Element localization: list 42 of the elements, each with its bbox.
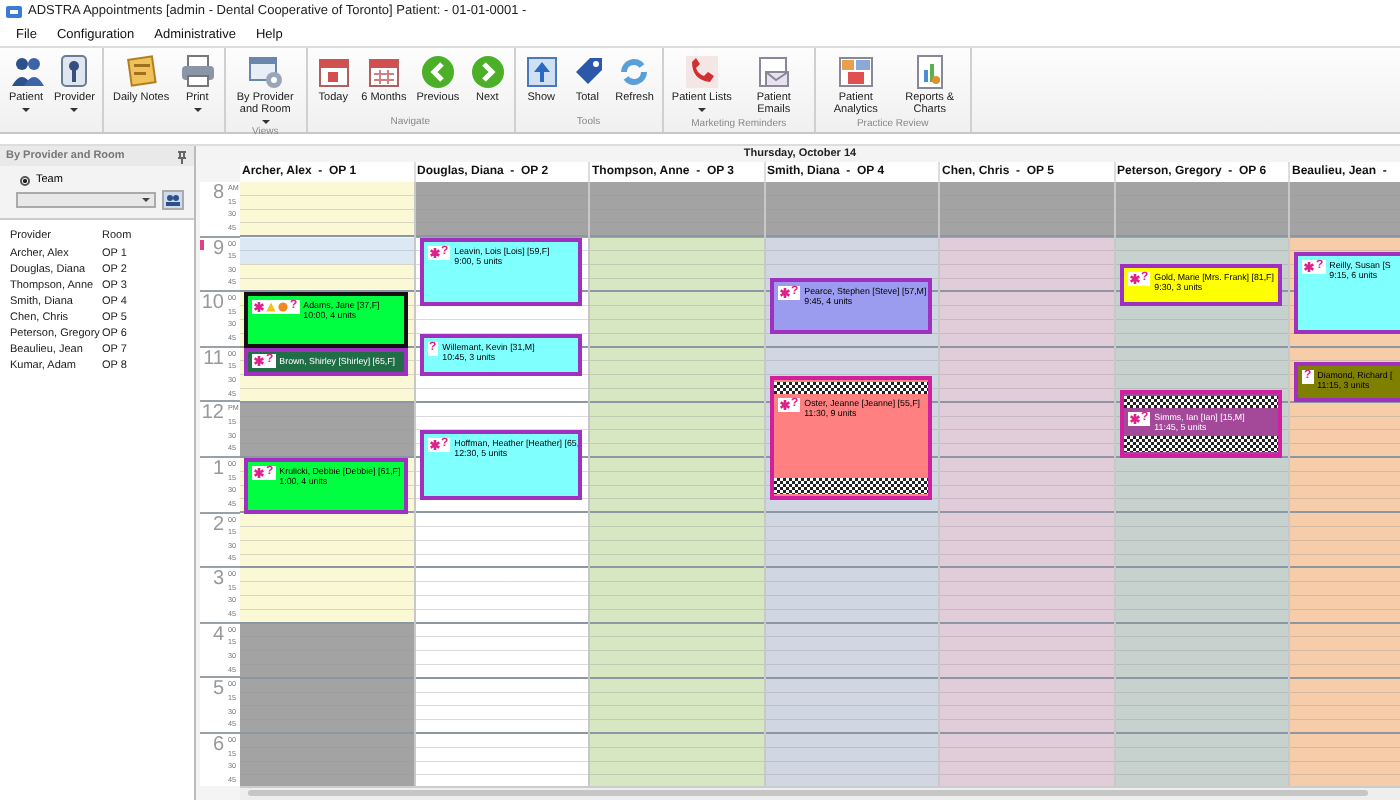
people-grid-icon xyxy=(164,192,182,208)
hour-label: 2 xyxy=(210,513,226,540)
printer-icon xyxy=(179,54,216,90)
asterisk-icon xyxy=(429,440,439,451)
calendar-icon xyxy=(315,54,352,90)
phone-icon xyxy=(683,54,720,90)
asterisk-icon xyxy=(1129,413,1139,423)
hour-label: 4 xyxy=(210,623,226,650)
scrollbar-thumb[interactable] xyxy=(248,790,1368,797)
team-button[interactable] xyxy=(162,190,184,210)
asterisk-icon xyxy=(1129,274,1139,285)
refresh-icon xyxy=(616,54,653,90)
app-icon xyxy=(6,3,22,19)
asterisk-icon xyxy=(779,288,789,299)
upload-icon xyxy=(523,54,560,90)
asterisk-icon xyxy=(254,302,264,313)
hour-label: 10 xyxy=(200,292,226,319)
warning-icon xyxy=(266,302,276,313)
people-icon xyxy=(8,54,44,90)
dot-icon xyxy=(278,302,288,313)
hour-label: 9 xyxy=(210,237,226,264)
hour-label: 11 xyxy=(201,347,226,374)
scrollbar[interactable] xyxy=(240,786,1400,800)
hour-label: 12 xyxy=(200,402,226,429)
calendar-icon xyxy=(365,54,402,90)
pin-icon[interactable] xyxy=(176,149,188,163)
radio-button[interactable] xyxy=(20,175,30,185)
hour-label: 6 xyxy=(210,733,226,760)
hour-label: 5 xyxy=(210,678,226,705)
notepad-icon xyxy=(123,54,160,90)
hour-label: 8 xyxy=(210,182,226,208)
asterisk-icon xyxy=(254,468,264,478)
hour-label: 3 xyxy=(210,568,226,595)
report-icon xyxy=(911,54,948,90)
person-card-icon xyxy=(56,54,93,90)
envelope-icon xyxy=(755,54,792,90)
grid-chart-icon xyxy=(837,54,874,90)
asterisk-icon xyxy=(254,355,264,366)
window-gear-icon xyxy=(247,54,284,90)
asterisk-icon xyxy=(779,399,789,410)
asterisk-icon xyxy=(1304,261,1314,271)
hour-label: 1 xyxy=(210,457,226,484)
